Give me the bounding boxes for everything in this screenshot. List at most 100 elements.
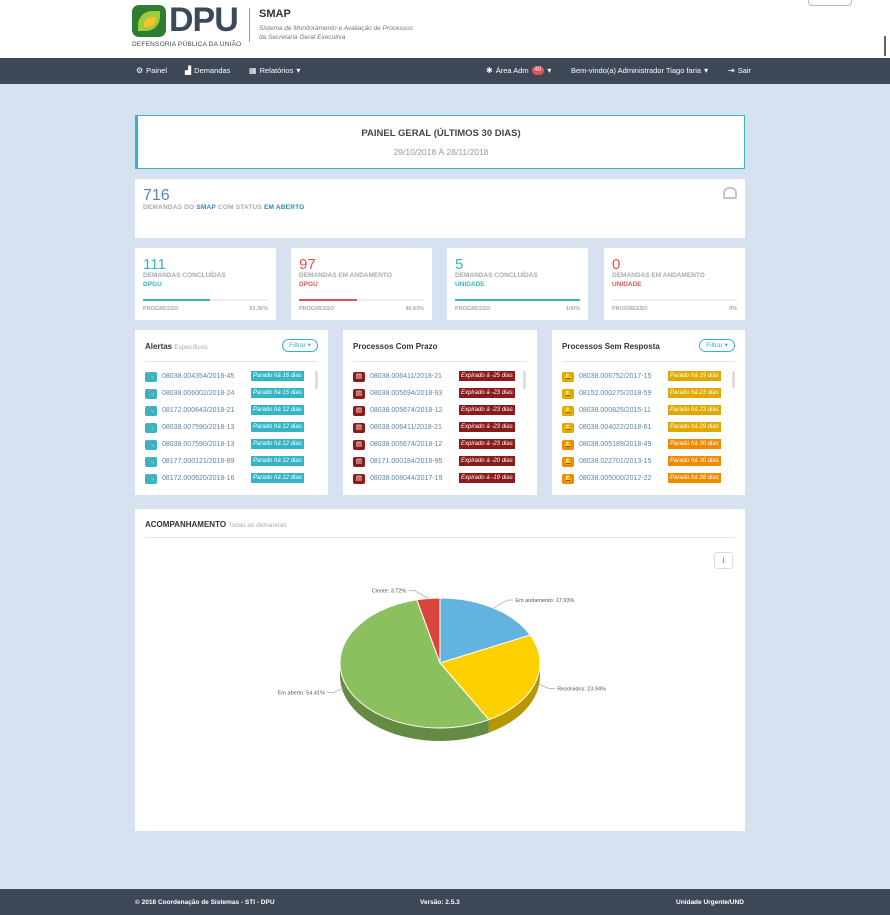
list-item[interactable]: 🔧 08172.000620/2018-16 Parado há 12 dias [145,472,315,489]
list-item[interactable]: ▤ 08171.000184/2018-95 Expirado à -20 dias [353,455,523,472]
list-item[interactable]: 🔔 08038.022701/2013-15 Parado há 30 dias [562,455,732,472]
list-item[interactable]: 🔧 08177.000121/2018-89 Parado há 12 dias [145,455,315,472]
pie-data-label: Ciente: 3.72% [372,588,407,594]
process-number-link[interactable]: 08172.000643/2018-21 [162,407,234,414]
process-number-link[interactable]: 08038.005674/2018-12 [370,407,442,414]
stat-label: DEMANDAS EM ANDAMENTO [612,272,705,279]
nav-logout[interactable]: ⇥ Sair [728,66,751,75]
sem-resposta-filter-button[interactable]: Filtrar ▾ [699,339,735,352]
list-item[interactable]: ▤ 08038.005694/2018-93 Expirado à -23 dias [353,387,523,404]
stat-label: DEMANDAS EM ANDAMENTO [299,272,392,279]
list-item[interactable]: 🔧 08038.006002/2018-24 Parado há 15 dias [145,387,315,404]
alertas-scrollbar[interactable] [315,371,318,389]
process-number-link[interactable]: 08171.000184/2018-95 [370,458,442,465]
stat-card: 5 DEMANDAS CONCLUÍDAS UNIDADE PROGRESSO 100% [447,248,588,320]
progress-label: PROGRESSO [299,306,335,312]
status-badge: Parado há 12 dias [251,473,304,483]
list-item[interactable]: 🔔 08038.000825/2015-11 Parado há 23 dias [562,404,732,421]
stat-value: 5 [455,256,464,273]
list-item[interactable]: 🔔 08038.005000/2012-22 Parado há 36 dias [562,472,732,489]
progress-value: 53.36% [249,306,268,312]
nav-area-adm[interactable]: ✱ Área Adm 40 ▾ [486,66,551,75]
bell-icon: 🔔 [562,440,574,450]
list-item[interactable]: ▤ 08038.005674/2018-12 Expirado à -23 dias [353,404,523,421]
nav-painel[interactable]: ⚙ Painel [136,66,167,75]
stat-card: 97 DEMANDAS EM ANDAMENTO DPGU PROGRESSO 46.6… [291,248,432,320]
list-item[interactable]: 🔧 08038.007590/2018-13 Parado há 12 dias [145,421,315,438]
list-item[interactable]: 🔧 08038.007590/2018-13 Parado há 12 dias [145,438,315,455]
list-item[interactable]: 🔔 08038.006752/2017-15 Parado há 19 dias [562,370,732,387]
nav-relatorios[interactable]: ▦ Relatórios ▾ [249,66,300,75]
header-scrollbar[interactable] [884,36,886,56]
process-number-link[interactable]: 08038.004022/2018-61 [579,424,651,431]
process-number-link[interactable]: 08038.005694/2018-93 [370,390,442,397]
process-number-link[interactable]: 08038.005674/2018-12 [370,441,442,448]
divider [353,361,527,362]
process-number-link[interactable]: 08038.007590/2018-13 [162,441,234,448]
document-icon: ▤ [353,423,365,433]
prazo-title: Processos Com Prazo [353,342,438,351]
dpu-logo-icon [132,5,166,37]
status-badge: Expirado à -23 dias [459,439,515,449]
process-number-link[interactable]: 08038.000825/2015-11 [579,407,651,414]
process-number-link[interactable]: 08172.000620/2018-16 [162,475,234,482]
status-badge: Parado há 12 dias [251,405,304,415]
alertas-title-text: Alertas [145,342,173,351]
prazo-scrollbar[interactable] [523,371,526,389]
status-badge: Parado há 30 dias [668,439,721,449]
process-number-link[interactable]: 08038.006752/2017-15 [579,373,651,380]
caret-down-icon: ▾ [296,66,301,75]
process-number-link[interactable]: 08038.007590/2018-13 [162,424,234,431]
wrench-icon: 🔧 [145,372,157,382]
document-icon: ▤ [353,457,365,467]
process-number-link[interactable]: 08038.005189/2018-49 [579,441,651,448]
app-name: SMAP [259,8,291,20]
stat-sublabel: DPGU [143,281,162,288]
list-item[interactable]: 🔔 08038.004022/2018-61 Parado há 29 dias [562,421,732,438]
status-badge: Parado há 15 dias [251,388,304,398]
process-number-link[interactable]: 08038.022701/2013-15 [579,458,651,465]
top-right-button[interactable] [808,0,852,6]
nav-demandas[interactable]: ▟ Demandas [185,66,230,75]
process-number-link[interactable]: 08038.006411/2018-21 [370,373,442,380]
list-item[interactable]: ▤ 08038.006411/2018-21 Expirado à -25 dias [353,370,523,387]
bell-icon: 🔔 [562,474,574,484]
dpu-logo[interactable]: DPU DEFENSORIA PÚBLICA DA UNIÃO [132,1,242,53]
total-open-card: 716 DEMANDAS DO SMAP COM STATUS EM ABERT… [135,179,745,238]
nav-user-menu[interactable]: Bem-vindo(a) Administrador Tiago faria ▾ [571,66,708,75]
process-number-link[interactable]: 08038.006411/2018-21 [370,424,442,431]
stat-card: 111 DEMANDAS CONCLUÍDAS DPGU PROGRESSO 53.36… [135,248,276,320]
stat-sublabel: UNIDADE [612,281,642,288]
sem-resposta-title: Processos Sem Resposta [562,342,660,351]
logo-subtitle: DEFENSORIA PÚBLICA DA UNIÃO [132,41,242,48]
pie-data-label: Resolvidos: 23.94% [557,687,606,693]
progress-value: 100% [565,306,580,312]
alertas-filter-button[interactable]: Filtrar ▾ [282,339,318,352]
bell-icon: 🔔 [562,406,574,416]
wrench-icon: 🔧 [145,406,157,416]
process-number-link[interactable]: 08038.005000/2012-22 [579,475,651,482]
process-number-link[interactable]: 08152.000275/2018-59 [579,390,651,397]
pie-chart: Em andamento: 17.93% Resolvidos: 23.94% Em… [278,588,606,741]
process-number-link[interactable]: 08038.006002/2018-24 [162,390,234,397]
status-badge: Expirado à -23 dias [459,388,515,398]
nav-logout-label: Sair [737,66,752,75]
main-nav: ⚙ Painel ▟ Demandas ▦ Relatórios ▾ ✱ Áre… [0,58,890,84]
list-item[interactable]: 🔧 08038.004354/2018-45 Parado há 16 dias [145,370,315,387]
nav-painel-label: Painel [146,66,168,75]
list-item[interactable]: ▤ 08038.008044/2017-19 Expirado à -19 dias [353,472,523,489]
process-number-link[interactable]: 08038.008044/2017-19 [370,475,442,482]
nav-demandas-label: Demandas [194,66,231,75]
list-item[interactable]: 🔔 08152.000275/2018-59 Parado há 23 dias [562,387,732,404]
stat-value: 0 [612,256,621,273]
list-item[interactable]: 🔧 08172.000643/2018-21 Parado há 12 dias [145,404,315,421]
status-badge: Expirado à -23 dias [459,422,515,432]
list-item[interactable]: ▤ 08038.006411/2018-21 Expirado à -23 dias [353,421,523,438]
list-item[interactable]: ▤ 08038.005674/2018-12 Expirado à -23 dias [353,438,523,455]
total-label-middle: COM STATUS [217,204,262,211]
list-item[interactable]: 🔔 08038.005189/2018-49 Parado há 30 dias [562,438,732,455]
process-number-link[interactable]: 08038.004354/2018-45 [162,373,234,380]
acompanhamento-card: ACOMPANHAMENTO Todas as demandas ⭳ Em an… [135,509,745,831]
process-number-link[interactable]: 08177.000121/2018-89 [162,458,234,465]
sem-resposta-scrollbar[interactable] [732,371,735,389]
